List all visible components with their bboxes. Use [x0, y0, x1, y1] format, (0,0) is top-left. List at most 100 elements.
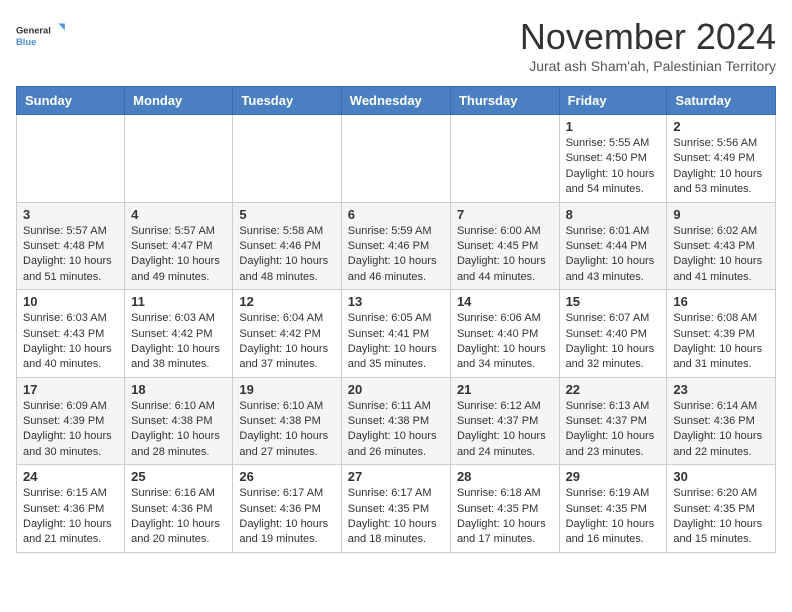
day-info: Sunset: 4:35 PM [566, 502, 661, 517]
day-info: Sunset: 4:36 PM [673, 414, 769, 429]
cell-week3-day1: 11Sunrise: 6:03 AMSunset: 4:42 PMDayligh… [125, 290, 233, 378]
cell-week1-day2 [233, 115, 341, 203]
cell-week5-day5: 29 Sunrise: 6:19 AMSunset: 4:35 PMDayligh… [559, 465, 667, 553]
cell-week3-day5: 15Sunrise: 6:07 AMSunset: 4:40 PMDayligh… [559, 290, 667, 378]
day-info: Daylight: 10 hours and 54 minutes. [566, 167, 661, 198]
day-number: 15 [566, 294, 661, 309]
logo-svg: General Blue [16, 16, 66, 56]
header-tuesday: Tuesday [233, 87, 341, 115]
cell-week4-day1: 18Sunrise: 6:10 AMSunset: 4:38 PMDayligh… [125, 377, 233, 465]
day-info: Daylight: 10 hours and 44 minutes. [457, 254, 553, 285]
day-number: 8 [566, 207, 661, 222]
day-number: 30 [673, 469, 769, 484]
day-info: Sunrise: 5:55 AM [566, 136, 661, 151]
logo: General Blue [16, 16, 66, 56]
week-row-2: 3Sunrise: 5:57 AMSunset: 4:48 PMDaylight… [17, 202, 776, 290]
day-info: Sunrise: 6:05 AM [348, 311, 444, 326]
day-number: 10 [23, 294, 118, 309]
day-info: Daylight: 10 hours and 26 minutes. [348, 429, 444, 460]
day-info: Daylight: 10 hours and 53 minutes. [673, 167, 769, 198]
day-info: Daylight: 10 hours and 37 minutes. [239, 342, 334, 373]
cell-week2-day1: 4Sunrise: 5:57 AMSunset: 4:47 PMDaylight… [125, 202, 233, 290]
day-info: Sunrise: 6:08 AM [673, 311, 769, 326]
day-info: Sunset: 4:36 PM [131, 502, 226, 517]
header-monday: Monday [125, 87, 233, 115]
day-number: 11 [131, 294, 226, 309]
day-info: Sunrise: 6:11 AM [348, 399, 444, 414]
day-number: 29 [566, 469, 661, 484]
day-info: Daylight: 10 hours and 17 minutes. [457, 517, 553, 548]
week-row-3: 10Sunrise: 6:03 AMSunset: 4:43 PMDayligh… [17, 290, 776, 378]
day-info: Sunrise: 6:19 AM [566, 486, 661, 501]
cell-week5-day0: 24Sunrise: 6:15 AMSunset: 4:36 PMDayligh… [17, 465, 125, 553]
day-info: Daylight: 10 hours and 19 minutes. [239, 517, 334, 548]
day-info: Sunrise: 6:13 AM [566, 399, 661, 414]
day-number: 28 [457, 469, 553, 484]
svg-text:General: General [16, 26, 51, 36]
day-info: Daylight: 10 hours and 22 minutes. [673, 429, 769, 460]
day-number: 27 [348, 469, 444, 484]
cell-week1-day1 [125, 115, 233, 203]
day-info: Daylight: 10 hours and 23 minutes. [566, 429, 661, 460]
day-info: Sunrise: 6:10 AM [239, 399, 334, 414]
cell-week5-day4: 28 Sunrise: 6:18 AMSunset: 4:35 PMDayligh… [450, 465, 559, 553]
day-info: Sunset: 4:38 PM [131, 414, 226, 429]
day-info: Sunrise: 6:03 AM [23, 311, 118, 326]
day-info: Daylight: 10 hours and 18 minutes. [348, 517, 444, 548]
cell-week4-day2: 19Sunrise: 6:10 AMSunset: 4:38 PMDayligh… [233, 377, 341, 465]
week-row-5: 24Sunrise: 6:15 AMSunset: 4:36 PMDayligh… [17, 465, 776, 553]
day-number: 21 [457, 382, 553, 397]
day-info: Daylight: 10 hours and 51 minutes. [23, 254, 118, 285]
day-info: Daylight: 10 hours and 40 minutes. [23, 342, 118, 373]
header-friday: Friday [559, 87, 667, 115]
day-info: Sunrise: 6:04 AM [239, 311, 334, 326]
day-info: Sunset: 4:43 PM [23, 327, 118, 342]
cell-week3-day2: 12Sunrise: 6:04 AMSunset: 4:42 PMDayligh… [233, 290, 341, 378]
day-number: 17 [23, 382, 118, 397]
day-number: 19 [239, 382, 334, 397]
cell-week2-day6: 9Sunrise: 6:02 AMSunset: 4:43 PMDaylight… [667, 202, 776, 290]
cell-week2-day5: 8Sunrise: 6:01 AMSunset: 4:44 PMDaylight… [559, 202, 667, 290]
day-info: Sunset: 4:35 PM [457, 502, 553, 517]
cell-week3-day6: 16Sunrise: 6:08 AMSunset: 4:39 PMDayligh… [667, 290, 776, 378]
day-info: Sunrise: 6:18 AM [457, 486, 553, 501]
day-info: Daylight: 10 hours and 30 minutes. [23, 429, 118, 460]
cell-week3-day0: 10 Sunrise: 6:03 AMSunset: 4:43 PMDayligh… [17, 290, 125, 378]
day-info: Daylight: 10 hours and 34 minutes. [457, 342, 553, 373]
day-info: Daylight: 10 hours and 27 minutes. [239, 429, 334, 460]
header-saturday: Saturday [667, 87, 776, 115]
day-info: Daylight: 10 hours and 16 minutes. [566, 517, 661, 548]
day-info: Sunset: 4:46 PM [348, 239, 444, 254]
day-number: 1 [566, 119, 661, 134]
day-info: Sunrise: 6:02 AM [673, 224, 769, 239]
day-info: Daylight: 10 hours and 32 minutes. [566, 342, 661, 373]
day-info: Sunset: 4:44 PM [566, 239, 661, 254]
day-number: 24 [23, 469, 118, 484]
day-number: 9 [673, 207, 769, 222]
day-info: Sunrise: 6:10 AM [131, 399, 226, 414]
calendar-header-row: SundayMondayTuesdayWednesdayThursdayFrid… [17, 87, 776, 115]
cell-week1-day3 [341, 115, 450, 203]
day-number: 3 [23, 207, 118, 222]
day-info: Sunset: 4:41 PM [348, 327, 444, 342]
cell-week5-day3: 27Sunrise: 6:17 AMSunset: 4:35 PMDayligh… [341, 465, 450, 553]
day-info: Sunset: 4:47 PM [131, 239, 226, 254]
day-info: Daylight: 10 hours and 31 minutes. [673, 342, 769, 373]
header-thursday: Thursday [450, 87, 559, 115]
day-info: Sunset: 4:36 PM [239, 502, 334, 517]
day-info: Daylight: 10 hours and 15 minutes. [673, 517, 769, 548]
day-info: Sunset: 4:40 PM [457, 327, 553, 342]
day-info: Daylight: 10 hours and 48 minutes. [239, 254, 334, 285]
cell-week4-day3: 20Sunrise: 6:11 AMSunset: 4:38 PMDayligh… [341, 377, 450, 465]
calendar-table: SundayMondayTuesdayWednesdayThursdayFrid… [16, 86, 776, 553]
day-info: Sunset: 4:42 PM [131, 327, 226, 342]
day-info: Sunset: 4:37 PM [457, 414, 553, 429]
day-number: 14 [457, 294, 553, 309]
day-info: Sunrise: 6:12 AM [457, 399, 553, 414]
cell-week4-day5: 22Sunrise: 6:13 AMSunset: 4:37 PMDayligh… [559, 377, 667, 465]
day-info: Daylight: 10 hours and 49 minutes. [131, 254, 226, 285]
location-subtitle: Jurat ash Sham'ah, Palestinian Territory [520, 58, 776, 74]
cell-week5-day1: 25Sunrise: 6:16 AMSunset: 4:36 PMDayligh… [125, 465, 233, 553]
header: General Blue November 2024 Jurat ash Sha… [16, 16, 776, 74]
day-number: 16 [673, 294, 769, 309]
